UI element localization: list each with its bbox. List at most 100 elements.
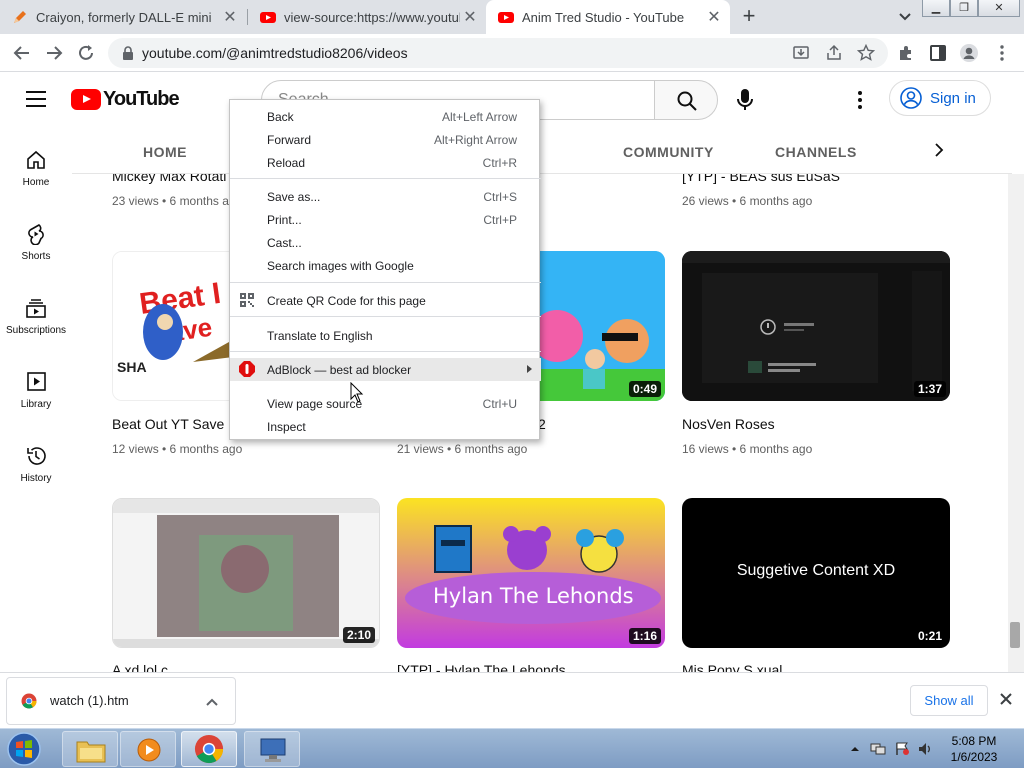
menu-item-inspect[interactable]: Inspect bbox=[230, 415, 541, 438]
close-window-button[interactable]: ✕ bbox=[978, 0, 1020, 17]
mouse-cursor-icon bbox=[350, 382, 364, 403]
tray-expand-icon[interactable] bbox=[850, 744, 860, 754]
menu-item-translate[interactable]: Translate to English bbox=[230, 324, 541, 347]
video-title[interactable]: NosVen Roses bbox=[682, 416, 775, 432]
youtube-logo[interactable]: YouTube bbox=[71, 88, 180, 110]
scrollbar-thumb[interactable] bbox=[1010, 622, 1020, 648]
svg-text:SHA: SHA bbox=[117, 359, 147, 375]
page-scrollbar[interactable] bbox=[1008, 174, 1024, 672]
tab-anim-tred-studio[interactable]: Anim Tred Studio - YouTube ✕ bbox=[486, 0, 730, 34]
menu-item-cast[interactable]: Cast... bbox=[230, 231, 541, 254]
shorts-icon bbox=[28, 224, 44, 245]
forward-arrow-icon[interactable] bbox=[44, 43, 64, 63]
windows-start-orb-icon[interactable] bbox=[4, 731, 44, 767]
back-arrow-icon[interactable] bbox=[12, 43, 32, 63]
share-icon[interactable] bbox=[825, 44, 843, 62]
menu-item-reload[interactable]: Reload Ctrl+R bbox=[230, 151, 541, 174]
menu-item-forward[interactable]: Forward Alt+Right Arrow bbox=[230, 128, 541, 151]
maximize-button[interactable]: ❐ bbox=[950, 0, 978, 17]
hamburger-menu-icon[interactable] bbox=[26, 91, 46, 107]
action-center-flag-icon[interactable] bbox=[894, 742, 910, 756]
guide-item-home[interactable]: Home bbox=[0, 149, 72, 188]
taskbar-clock[interactable]: 5:08 PM 1/6/2023 bbox=[938, 733, 1010, 765]
window-controls: ▁ ❐ ✕ bbox=[922, 0, 1020, 18]
menu-item-search-images[interactable]: Search images with Google bbox=[230, 254, 541, 277]
video-meta: 23 views • 6 months ago bbox=[112, 194, 243, 208]
video-thumbnail[interactable]: Suggetive Content XD 0:21 bbox=[682, 498, 950, 648]
remote-desktop-icon bbox=[260, 738, 286, 762]
new-tab-button[interactable]: + bbox=[737, 4, 761, 28]
taskbar-chrome[interactable] bbox=[181, 731, 237, 767]
video-thumbnail[interactable]: 1:37 bbox=[682, 251, 950, 401]
youtube-play-logo-icon bbox=[71, 88, 101, 110]
network-icon[interactable] bbox=[870, 742, 886, 756]
volume-icon[interactable] bbox=[918, 742, 934, 756]
menu-item-back[interactable]: Back Alt+Left Arrow bbox=[230, 105, 541, 128]
download-item[interactable]: watch (1).htm bbox=[6, 677, 236, 725]
tab-search-chevron-icon[interactable] bbox=[896, 8, 914, 26]
channel-tab-channels[interactable]: CHANNELS bbox=[775, 144, 857, 160]
menu-shortcut: Alt+Right Arrow bbox=[433, 133, 517, 147]
menu-item-save-as[interactable]: Save as... Ctrl+S bbox=[230, 185, 541, 208]
menu-item-view-source[interactable]: View page source Ctrl+U bbox=[230, 392, 541, 415]
menu-item-print[interactable]: Print... Ctrl+P bbox=[230, 208, 541, 231]
video-duration: 0:21 bbox=[913, 628, 946, 644]
side-panel-icon[interactable] bbox=[928, 43, 948, 63]
close-tab-icon[interactable]: ✕ bbox=[460, 7, 480, 27]
tab-view-source[interactable]: view-source:https://www.youtub ✕ bbox=[248, 0, 486, 34]
guide-label: Home bbox=[22, 177, 50, 188]
bookmark-star-icon[interactable] bbox=[857, 44, 875, 62]
video-title[interactable]: A xd lol c bbox=[112, 662, 168, 672]
context-menu: Back Alt+Left Arrow Forward Alt+Right Arro… bbox=[229, 99, 541, 440]
menu-item-adblock[interactable]: AdBlock — best ad blocker bbox=[230, 358, 541, 381]
guide-item-subscriptions[interactable]: Subscriptions bbox=[0, 297, 72, 336]
reload-icon[interactable] bbox=[76, 43, 96, 63]
adblock-stop-icon bbox=[239, 361, 255, 377]
close-download-bar-icon[interactable] bbox=[998, 691, 1014, 707]
taskbar-remote-desktop[interactable] bbox=[244, 731, 300, 767]
chevron-right-icon[interactable] bbox=[932, 142, 946, 158]
tab-title: Craiyon, formerly DALL-E mini bbox=[36, 9, 212, 25]
menu-label: Save as... bbox=[267, 190, 321, 204]
channel-tab-community[interactable]: COMMUNITY bbox=[623, 144, 714, 160]
guide-item-library[interactable]: Library bbox=[0, 371, 72, 410]
guide-sidebar: Home Shorts Subscriptions Library Histor… bbox=[0, 128, 72, 673]
menu-label: Search images with Google bbox=[267, 259, 414, 273]
show-all-button[interactable]: Show all bbox=[910, 685, 988, 716]
search-button[interactable] bbox=[654, 80, 718, 120]
close-tab-icon[interactable]: ✕ bbox=[704, 7, 724, 27]
thumbnail-caption: Hylan The Lehonds bbox=[433, 584, 634, 608]
video-thumbnail[interactable]: Hylan The Lehonds 1:16 bbox=[397, 498, 665, 648]
video-thumbnail[interactable]: 2:10 bbox=[112, 498, 380, 648]
library-icon bbox=[27, 372, 46, 391]
lock-icon[interactable] bbox=[122, 46, 134, 60]
profile-avatar-icon[interactable] bbox=[959, 43, 979, 63]
extensions-puzzle-icon[interactable] bbox=[896, 43, 916, 63]
clock-date: 1/6/2023 bbox=[950, 750, 998, 764]
guide-item-history[interactable]: History bbox=[0, 445, 72, 484]
menu-item-qr-code[interactable]: Create QR Code for this page bbox=[230, 289, 541, 312]
tab-craiyon[interactable]: Craiyon, formerly DALL-E mini ✕ bbox=[0, 0, 246, 34]
guide-item-shorts[interactable]: Shorts bbox=[0, 223, 72, 262]
taskbar-media-player[interactable] bbox=[120, 731, 176, 767]
menu-separator bbox=[230, 178, 541, 179]
settings-kebab-icon[interactable] bbox=[855, 90, 865, 110]
sign-in-button[interactable]: Sign in bbox=[889, 80, 991, 116]
menu-label: Print... bbox=[267, 213, 302, 227]
chevron-up-icon[interactable] bbox=[205, 695, 219, 709]
install-app-icon[interactable] bbox=[792, 44, 810, 62]
address-bar[interactable]: youtube.com/@animtredstudio8206/videos bbox=[108, 38, 888, 68]
video-title[interactable]: [YTP] - BEAS sus EuSaS bbox=[682, 174, 840, 184]
video-title[interactable]: Mickey Max Rotati bbox=[112, 174, 226, 184]
channel-tab-home[interactable]: HOME bbox=[143, 144, 187, 160]
close-tab-icon[interactable]: ✕ bbox=[220, 7, 240, 27]
video-title[interactable]: Beat Out YT Save F bbox=[112, 416, 237, 432]
microphone-icon[interactable] bbox=[735, 88, 755, 112]
minimize-button[interactable]: ▁ bbox=[922, 0, 950, 17]
menu-label: Create QR Code for this page bbox=[267, 294, 426, 308]
taskbar-explorer[interactable] bbox=[62, 731, 118, 767]
video-title[interactable]: [YTP] - Hylan The Lehonds bbox=[397, 662, 566, 672]
windows-taskbar: 5:08 PM 1/6/2023 bbox=[0, 728, 1024, 768]
video-title[interactable]: Mis Pony S xual bbox=[682, 662, 782, 672]
chrome-menu-icon[interactable] bbox=[992, 43, 1012, 63]
